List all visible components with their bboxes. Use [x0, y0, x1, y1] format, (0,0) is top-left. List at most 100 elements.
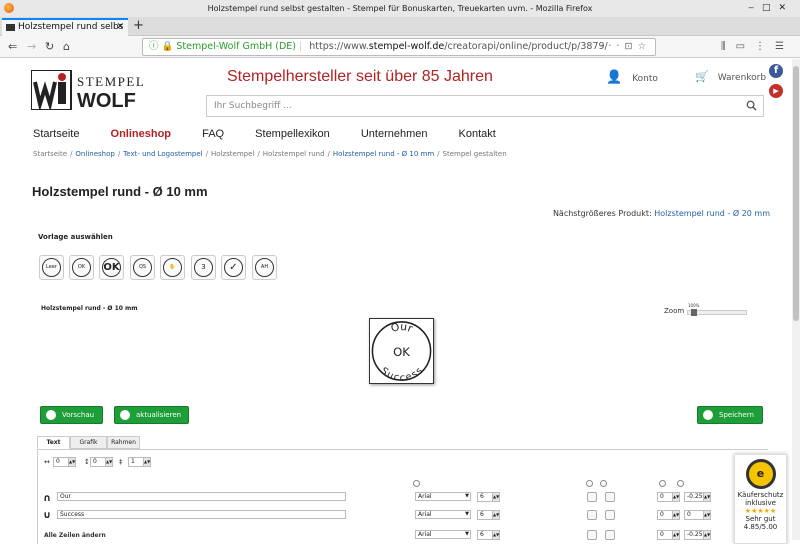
back-icon[interactable]: ⇐	[8, 39, 17, 55]
stempel-wolf-logo[interactable]: STEMPEL WOLF	[31, 70, 156, 110]
home-icon[interactable]: ⌂	[63, 39, 70, 55]
preview-button-label: Vorschau	[62, 411, 95, 419]
line-height-input[interactable]: 1 ▲▼	[128, 457, 151, 467]
toolbar-menu-icons[interactable]: ⫼▭⋮☰	[721, 39, 794, 55]
letter-spacing-icon: ↔	[44, 458, 50, 466]
info-lock-icon[interactable]: ⓘ 🔒	[149, 41, 173, 52]
window-controls[interactable]: ‒□✕	[748, 0, 794, 17]
menu-item-onlineshop[interactable]: Onlineshop	[111, 128, 172, 140]
breadcrumb-item[interactable]: Holzstempel rund	[263, 150, 325, 158]
font-select[interactable]: Arial ▼	[415, 510, 471, 519]
tab-text[interactable]: Text	[37, 436, 70, 449]
template-check[interactable]: ✓	[221, 255, 246, 280]
all-x-offset-input[interactable]: 0 ▲▼	[657, 530, 680, 540]
italic-column-icon	[600, 480, 607, 487]
url-text[interactable]: https://www.stempel-wolf.de/creatorapi/o…	[309, 41, 607, 52]
account-link[interactable]: 👤 Konto	[606, 70, 658, 85]
save-button[interactable]: Speichern	[697, 406, 763, 424]
breadcrumb-item[interactable]: Onlineshop	[75, 150, 114, 158]
curve-bottom-icon[interactable]: ∪	[43, 511, 51, 521]
reload-icon[interactable]: ↻	[45, 39, 54, 55]
url-actions[interactable]: ···⊡☆	[600, 39, 651, 55]
font-size-input[interactable]: 6 ▲▼	[477, 492, 500, 502]
url-bar[interactable]: ⓘ 🔒 Stempel-Wolf GmbH (DE) | https://www…	[142, 38, 656, 56]
letter-spacing-input[interactable]: 0 ▲▼	[53, 457, 76, 467]
menu-item-unternehmen[interactable]: Unternehmen	[361, 128, 428, 140]
bold-checkbox[interactable]	[587, 492, 597, 502]
template-label: Leer	[42, 258, 61, 277]
search-input[interactable]: Ihr Suchbegriff ...	[206, 95, 764, 117]
font-column-icon	[413, 480, 420, 487]
font-size-value: 6	[480, 493, 484, 500]
breadcrumb-item[interactable]: Holzstempel rund - Ø 10 mm	[333, 150, 434, 158]
menu-item-kontakt[interactable]: Kontakt	[459, 128, 496, 140]
tab-close-icon[interactable]: ✕	[116, 20, 124, 35]
bold-checkbox[interactable]	[587, 510, 597, 520]
text-line-input[interactable]: Success	[57, 510, 346, 519]
logo-top-text: STEMPEL	[77, 74, 145, 89]
browser-tab[interactable]: Holzstempel rund selbs ✕	[2, 18, 128, 36]
template-qs[interactable]: QS	[130, 255, 155, 280]
page-scrollbar-thumb[interactable]	[793, 66, 799, 321]
template-ah[interactable]: AH	[252, 255, 277, 280]
all-bold-checkbox[interactable]	[587, 530, 597, 540]
y-offset-input[interactable]: -0.25 ▲▼	[684, 492, 711, 502]
font-size-value: 6	[480, 511, 484, 518]
italic-checkbox[interactable]	[605, 510, 615, 520]
breadcrumb-item[interactable]: Startseite	[33, 150, 67, 158]
all-font-select[interactable]: Arial ▼	[415, 530, 471, 539]
refresh-button[interactable]: aktualisieren	[114, 406, 189, 424]
trust-line2: inklusive	[745, 499, 776, 507]
window-titlebar: Holzstempel rund selbst gestalten - Stem…	[0, 0, 800, 17]
x-offset-input[interactable]: 0 ▲▼	[657, 510, 680, 520]
next-product-link[interactable]: Holzstempel rund - Ø 20 mm	[654, 209, 770, 218]
tab-grafik[interactable]: Grafik	[70, 436, 107, 449]
italic-checkbox[interactable]	[605, 492, 615, 502]
search-placeholder: Ihr Suchbegriff ...	[214, 101, 292, 111]
site-identity[interactable]: Stempel-Wolf GmbH (DE)	[176, 41, 296, 52]
template-ok-seal[interactable]: OK	[69, 255, 94, 280]
template-three[interactable]: 3	[191, 255, 216, 280]
next-product: Nächstgrößeres Produkt: Holzstempel rund…	[553, 209, 770, 218]
text-line-input[interactable]: Our	[57, 492, 346, 501]
cart-link[interactable]: 🛒 Warenkorb	[695, 70, 766, 83]
menu-item-startseite[interactable]: Startseite	[33, 128, 79, 140]
x-offset-input[interactable]: 0 ▲▼	[657, 492, 680, 502]
all-font-size-input[interactable]: 6 ▲▼	[477, 530, 500, 540]
svg-text:Our: Our	[389, 320, 415, 335]
slogan: Stempelhersteller seit über 85 Jahren	[227, 68, 493, 85]
x-offset-value: 0	[660, 511, 664, 518]
new-tab-button[interactable]: +	[133, 17, 144, 35]
template-ok[interactable]: OK	[99, 255, 124, 280]
template-empty[interactable]: Leer	[39, 255, 64, 280]
template-label: QS	[133, 258, 152, 277]
facebook-icon[interactable]: f	[769, 64, 783, 78]
search-icon[interactable]	[746, 100, 757, 111]
youtube-icon[interactable]: ▶	[769, 84, 783, 98]
all-italic-checkbox[interactable]	[605, 530, 615, 540]
tab-rahmen[interactable]: Rahmen	[107, 436, 140, 449]
template-hand[interactable]: ✋	[160, 255, 185, 280]
all-y-offset-input[interactable]: -0.25 ▲▼	[684, 530, 711, 540]
menu-item-stempellexikon[interactable]: Stempellexikon	[255, 128, 330, 140]
y-offset-value: 0	[687, 511, 691, 518]
save-icon	[703, 410, 713, 420]
template-label: 3	[194, 258, 213, 277]
font-size-input[interactable]: 6 ▲▼	[477, 510, 500, 520]
tab-bar: Holzstempel rund selbs ✕ +	[0, 17, 800, 36]
zoom-slider-handle[interactable]	[691, 309, 697, 316]
cart-label: Warenkorb	[717, 73, 767, 83]
menu-item-faq[interactable]: FAQ	[202, 128, 224, 140]
trusted-shops-badge[interactable]: e Käuferschutz inklusive ★★★★★ Sehr gut …	[734, 454, 787, 544]
hand-icon: ✋	[163, 258, 182, 277]
forward-icon[interactable]: →	[27, 39, 36, 55]
line-height-value: 1	[131, 458, 135, 465]
breadcrumb-item[interactable]: Holzstempel	[211, 150, 254, 158]
preview-button[interactable]: Vorschau	[40, 406, 103, 424]
breadcrumb-item[interactable]: Text- und Logostempel	[123, 150, 202, 158]
y-offset-input[interactable]: 0 ▲▼	[684, 510, 711, 520]
font-select[interactable]: Arial ▼	[415, 492, 471, 501]
curve-top-icon[interactable]: ∩	[43, 494, 51, 504]
vertical-spacing-input[interactable]: 0 ▲▼	[90, 457, 113, 467]
zoom-slider[interactable]	[687, 309, 747, 316]
